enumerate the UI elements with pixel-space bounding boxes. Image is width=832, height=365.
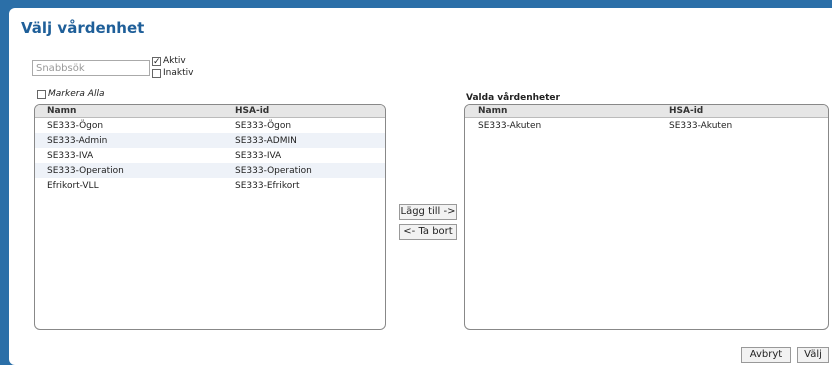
table-row[interactable]: SE333-Akuten SE333-Akuten [465, 118, 828, 133]
filter-aktiv[interactable]: ✓ Aktiv [152, 56, 186, 66]
selected-units-label: Valda vårdenheter [466, 93, 560, 103]
table-header: Namn HSA-id [465, 105, 828, 118]
table-row[interactable]: SE333-Admin SE333-ADMIN [35, 133, 385, 148]
column-header-namn[interactable]: Namn [35, 106, 235, 116]
cell-namn: SE333-Ögon [47, 120, 104, 131]
column-header-namn[interactable]: Namn [465, 106, 669, 116]
remove-button[interactable]: <- Ta bort [399, 224, 457, 240]
aktiv-checkbox[interactable]: ✓ [152, 56, 161, 66]
cell-namn: SE333-Operation [47, 165, 124, 176]
table-row[interactable]: SE333-Ögon SE333-Ögon [35, 118, 385, 133]
cell-hsa-id: SE333-ADMIN [235, 135, 297, 146]
inaktiv-checkbox[interactable] [152, 68, 161, 78]
cell-hsa-id: SE333-Akuten [669, 120, 733, 131]
add-button[interactable]: Lägg till -> [399, 204, 457, 220]
cancel-button[interactable]: Avbryt [741, 347, 791, 363]
table-header: Namn HSA-id [35, 105, 385, 118]
select-button[interactable]: Välj [797, 347, 829, 363]
cell-namn: Efrikort-VLL [47, 180, 99, 191]
table-row[interactable]: SE333-Operation SE333-Operation [35, 163, 385, 178]
search-input[interactable] [32, 60, 150, 76]
column-header-hsa-id[interactable]: HSA-id [669, 106, 828, 116]
dialog: Välj vårdenhet ✓ Aktiv Inaktiv Markera A… [9, 8, 832, 365]
table-row[interactable]: SE333-IVA SE333-IVA [35, 148, 385, 163]
dialog-title: Välj vårdenhet [21, 19, 145, 37]
inaktiv-label: Inaktiv [163, 68, 194, 78]
markera-alla-checkbox[interactable] [37, 89, 46, 99]
cell-namn: SE333-Akuten [478, 120, 542, 131]
table-row[interactable]: Efrikort-VLL SE333-Efrikort [35, 178, 385, 193]
cell-hsa-id: SE333-Ögon [235, 120, 292, 131]
cell-namn: SE333-IVA [47, 150, 94, 161]
cell-hsa-id: SE333-Efrikort [235, 180, 300, 191]
filter-inaktiv[interactable]: Inaktiv [152, 68, 193, 78]
cell-hsa-id: SE333-Operation [235, 165, 312, 176]
available-units-table: Namn HSA-id SE333-Ögon SE333-Ögon SE333-… [34, 104, 386, 330]
selected-units-table: Namn HSA-id SE333-Akuten SE333-Akuten [464, 104, 829, 330]
cell-hsa-id: SE333-IVA [235, 150, 282, 161]
cell-namn: SE333-Admin [47, 135, 108, 146]
aktiv-label: Aktiv [163, 56, 186, 66]
markera-alla[interactable]: Markera Alla [37, 89, 104, 99]
markera-alla-label: Markera Alla [48, 89, 105, 99]
column-header-hsa-id[interactable]: HSA-id [235, 106, 385, 116]
